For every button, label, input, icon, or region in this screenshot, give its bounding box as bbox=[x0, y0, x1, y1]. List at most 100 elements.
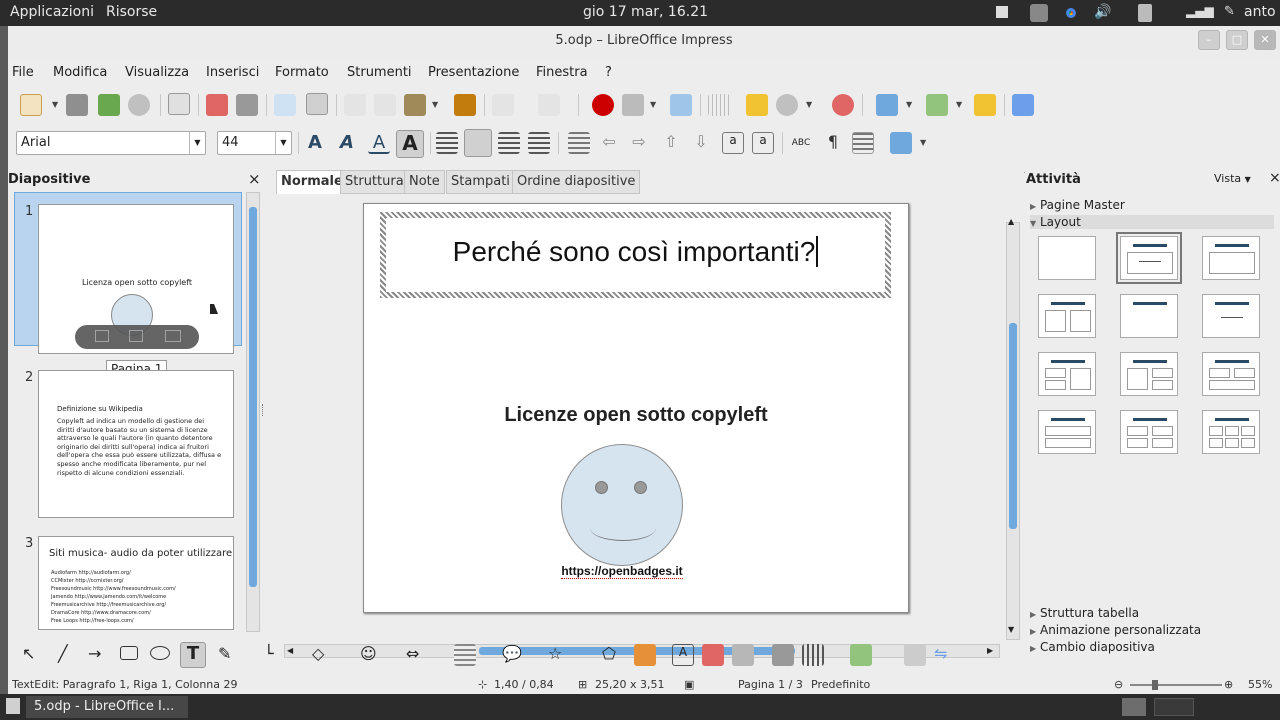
outline-icon[interactable]: A bbox=[304, 132, 326, 154]
display-grid-icon[interactable] bbox=[670, 94, 692, 116]
grid-icon[interactable] bbox=[708, 94, 730, 116]
workspace-icon[interactable] bbox=[996, 6, 1008, 18]
maximize-button[interactable]: □ bbox=[1226, 30, 1248, 50]
email-icon[interactable] bbox=[128, 94, 150, 116]
block-arrows-icon[interactable]: ⇔ bbox=[406, 644, 428, 666]
minimize-button[interactable]: – bbox=[1198, 30, 1220, 50]
smiley-face-icon[interactable] bbox=[561, 444, 683, 566]
menu-strumenti[interactable]: Strumenti bbox=[347, 65, 412, 80]
tab-struttura[interactable]: Struttura bbox=[340, 170, 409, 194]
stars-icon[interactable]: ☆ bbox=[548, 644, 570, 666]
menu-modifica[interactable]: Modifica bbox=[53, 65, 107, 80]
section-pagine-master[interactable]: ▶ Pagine Master bbox=[1030, 198, 1125, 212]
slide-thumbnail-2[interactable]: Definizione su Wikipedia Copyleft ad ind… bbox=[38, 370, 234, 518]
basic-shapes-icon[interactable]: ◇ bbox=[312, 644, 334, 666]
layout-dropdown-icon[interactable]: ▼ bbox=[956, 100, 962, 109]
layout-title-content[interactable] bbox=[1202, 236, 1260, 280]
splitter-handle[interactable] bbox=[262, 404, 265, 416]
slide-thumbnail-3[interactable]: Siti musica- audio da poter utilizzare A… bbox=[38, 536, 234, 630]
chrome-icon[interactable] bbox=[1062, 4, 1080, 22]
title-textbox[interactable]: Perché sono così importanti? bbox=[380, 212, 891, 298]
places-menu[interactable]: Risorse bbox=[106, 4, 157, 20]
layout-title-content-2content[interactable] bbox=[1120, 352, 1178, 396]
chevron-down-icon[interactable]: ▼ bbox=[1245, 175, 1251, 184]
chat-icon[interactable]: ✎ bbox=[1224, 4, 1242, 22]
promote-icon[interactable]: ⇦ bbox=[598, 132, 620, 154]
help-icon[interactable] bbox=[832, 94, 854, 116]
position-size-icon[interactable] bbox=[890, 132, 912, 154]
navigator-icon[interactable] bbox=[876, 94, 898, 116]
select-arrow-icon[interactable]: ↖ bbox=[22, 644, 44, 666]
zoom-out-icon[interactable]: ⊖ bbox=[1114, 678, 1123, 691]
volume-icon[interactable]: 🔊 bbox=[1094, 4, 1112, 22]
slide-thumbnail-1[interactable]: Licenza open sotto copyleft bbox=[38, 204, 234, 354]
rotate-icon[interactable] bbox=[772, 644, 794, 666]
file-manager-icon[interactable] bbox=[1030, 4, 1048, 22]
export-pdf-icon[interactable] bbox=[206, 94, 228, 116]
start-show-icon[interactable] bbox=[95, 330, 109, 342]
menu-help[interactable]: ? bbox=[605, 65, 612, 80]
close-window-button[interactable]: ✕ bbox=[1254, 30, 1276, 50]
gallery-icon[interactable] bbox=[732, 644, 754, 666]
open-folder-icon[interactable] bbox=[66, 94, 88, 116]
tab-normale[interactable]: Normale bbox=[276, 170, 348, 194]
edit-mode-icon[interactable] bbox=[168, 93, 190, 115]
zoom-dropdown-icon[interactable]: ▼ bbox=[806, 100, 812, 109]
paste-dropdown-icon[interactable]: ▼ bbox=[432, 100, 438, 109]
font-color-icon[interactable]: A bbox=[368, 132, 390, 154]
layout-title-6content[interactable] bbox=[1202, 410, 1260, 454]
close-icon[interactable]: × bbox=[248, 170, 261, 188]
increase-spacing-icon[interactable]: a bbox=[722, 132, 744, 154]
zoom-value[interactable]: 55% bbox=[1248, 678, 1272, 691]
section-layout[interactable]: ▼ Layout bbox=[1030, 215, 1274, 229]
tab-note[interactable]: Note bbox=[404, 170, 445, 194]
scrollbar-thumb[interactable] bbox=[1009, 323, 1017, 529]
arrow-line-icon[interactable]: → bbox=[88, 644, 110, 666]
glue-points-icon[interactable] bbox=[634, 644, 656, 666]
network-icon[interactable]: ▂▄▆ bbox=[1186, 4, 1214, 22]
hide-slide-icon[interactable] bbox=[129, 330, 143, 342]
menu-presentazione[interactable]: Presentazione bbox=[428, 65, 519, 80]
table-dropdown-icon[interactable]: ▼ bbox=[650, 100, 656, 109]
rectangle-icon[interactable] bbox=[120, 646, 138, 660]
fontwork-icon[interactable]: A bbox=[672, 644, 694, 666]
bullets-numbering-icon[interactable] bbox=[852, 132, 874, 154]
applications-menu[interactable]: Applicazioni bbox=[10, 4, 94, 20]
clipboard-icon[interactable] bbox=[1138, 4, 1152, 22]
move-up-icon[interactable]: ⇧ bbox=[660, 132, 682, 154]
callouts-icon[interactable]: 💬 bbox=[502, 644, 524, 666]
menu-visualizza[interactable]: Visualizza bbox=[125, 65, 189, 80]
symbol-shapes-icon[interactable]: ☺ bbox=[360, 644, 382, 666]
align-center-icon[interactable] bbox=[464, 129, 492, 157]
character-icon[interactable]: ABC bbox=[790, 132, 812, 154]
paragraph-icon[interactable]: ¶ bbox=[822, 132, 844, 154]
curve-icon[interactable]: ✎ bbox=[218, 644, 240, 666]
justify-icon[interactable] bbox=[528, 132, 550, 154]
layout-centered-text[interactable] bbox=[1202, 294, 1260, 338]
arrange-icon[interactable] bbox=[850, 644, 872, 666]
tab-ordine-diapositive[interactable]: Ordine diapositive bbox=[512, 170, 641, 194]
tab-stampati[interactable]: Stampati bbox=[446, 170, 515, 194]
workspace-switcher-2[interactable] bbox=[1154, 698, 1194, 716]
copy-icon[interactable] bbox=[374, 94, 396, 116]
text-tool-icon[interactable]: T bbox=[180, 642, 206, 668]
align-right-icon[interactable] bbox=[498, 132, 520, 154]
points-icon[interactable]: ⬠ bbox=[602, 644, 624, 666]
spellcheck-icon[interactable] bbox=[274, 94, 296, 116]
redo-icon[interactable] bbox=[538, 94, 560, 116]
shadow-tool-icon[interactable] bbox=[904, 644, 926, 666]
layout-title-subtitle[interactable] bbox=[1116, 232, 1182, 284]
view-menu[interactable]: Vista ▼ bbox=[1214, 172, 1251, 185]
slide-title[interactable]: Perché sono così importanti? bbox=[386, 236, 885, 268]
font-size-combo[interactable]: 44 ▼ bbox=[217, 131, 292, 155]
layout-title-only[interactable] bbox=[1120, 294, 1178, 338]
save-icon[interactable] bbox=[98, 94, 120, 116]
slide-subtitle[interactable]: Licenze open sotto copyleft bbox=[364, 404, 908, 427]
slides-scrollbar[interactable] bbox=[246, 192, 260, 632]
scrollbar-thumb[interactable] bbox=[249, 207, 257, 587]
font-name-combo[interactable]: Arial ▼ bbox=[16, 131, 206, 155]
layout-title-4content[interactable] bbox=[1120, 410, 1178, 454]
layout-blank[interactable] bbox=[1038, 236, 1096, 280]
position-dropdown-icon[interactable]: ▼ bbox=[920, 138, 926, 147]
close-icon[interactable]: × bbox=[1269, 170, 1280, 186]
